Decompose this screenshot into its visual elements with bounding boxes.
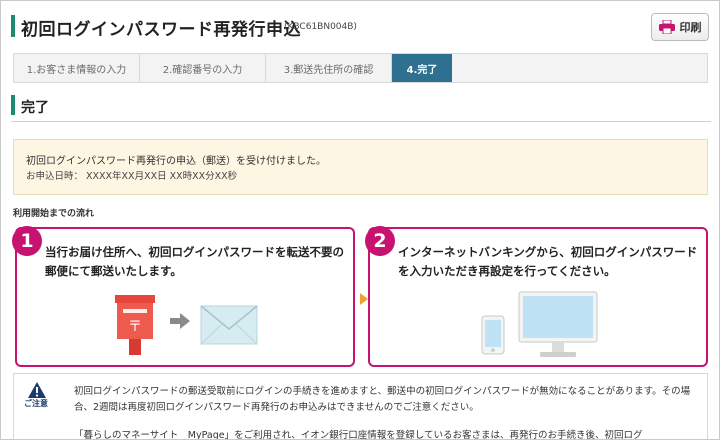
flow-step-card-1: 1 当行お届け住所へ、初回ログインパスワードを転送不要の郵便にて郵送いたします。… (12, 226, 355, 367)
stepper-filler (452, 54, 707, 82)
caution-text-continued: 「暮らしのマネーサイト MyPage」をご利用され、イオン銀行口座情報を登録して… (74, 430, 643, 440)
page-frame: 初回ログインパスワード再発行申込 (KBC61BN004B) 印刷 1.お客さま… (0, 0, 720, 440)
section-accent-bar (11, 95, 15, 115)
title-accent-bar (11, 15, 15, 37)
section-title: 完了 (21, 100, 49, 116)
flow-arrow-icon (360, 293, 368, 305)
envelope-icon (200, 305, 258, 345)
caution-label: ご注意 (24, 399, 48, 408)
page-title: 初回ログインパスワード再発行申込 (21, 20, 301, 40)
screen-code: (KBC61BN004B) (284, 22, 357, 32)
step-number-badge: 1 (12, 226, 42, 256)
step-4-current: 4.完了 (392, 54, 452, 82)
arrow-right-icon (170, 313, 190, 329)
svg-text:〒: 〒 (128, 319, 142, 335)
flow-label: 利用開始までの流れ (13, 209, 95, 219)
notice-message: 初回ログインパスワード再発行の申込（郵送）を受け付けました。 (26, 156, 326, 167)
step-1: 1.お客さま情報の入力 (14, 54, 140, 82)
caution-box: ご注意 初回ログインパスワードの郵送受取前にログインの手続きを進めますと、郵送中… (13, 373, 708, 440)
warning-icon (28, 382, 46, 398)
section-divider (11, 121, 711, 122)
page-header: 初回ログインパスワード再発行申込 (KBC61BN004B) 印刷 (1, 1, 719, 47)
smartphone-icon (481, 315, 505, 355)
step-2: 2.確認番号の入力 (140, 54, 266, 82)
monitor-icon (518, 291, 598, 357)
printer-icon (658, 20, 675, 34)
print-label: 印刷 (679, 21, 702, 34)
caution-text: 初回ログインパスワードの郵送受取前にログインの手続きを進めますと、郵送中の初回ロ… (74, 386, 691, 413)
print-button[interactable]: 印刷 (651, 13, 709, 41)
flow-step-card-2: 2 インターネットバンキングから、初回ログインパスワードを入力いただき再設定を行… (365, 226, 708, 367)
completion-notice: 初回ログインパスワード再発行の申込（郵送）を受け付けました。 お申込日時： XX… (13, 139, 708, 195)
postbox-icon: 〒 (115, 295, 155, 355)
flow-step-text: 当行お届け住所へ、初回ログインパスワードを転送不要の郵便にて郵送いたします。 (45, 245, 344, 278)
step-number-badge: 2 (365, 226, 395, 256)
progress-stepper: 1.お客さま情報の入力 2.確認番号の入力 3.郵送先住所の確認 4.完了 (13, 53, 708, 83)
flow-step-text: インターネットバンキングから、初回ログインパスワードを入力いただき再設定を行って… (398, 245, 698, 278)
application-datetime: お申込日時： XXXX年XX月XX日 XX時XX分XX秒 (26, 171, 238, 182)
step-3: 3.郵送先住所の確認 (266, 54, 392, 82)
